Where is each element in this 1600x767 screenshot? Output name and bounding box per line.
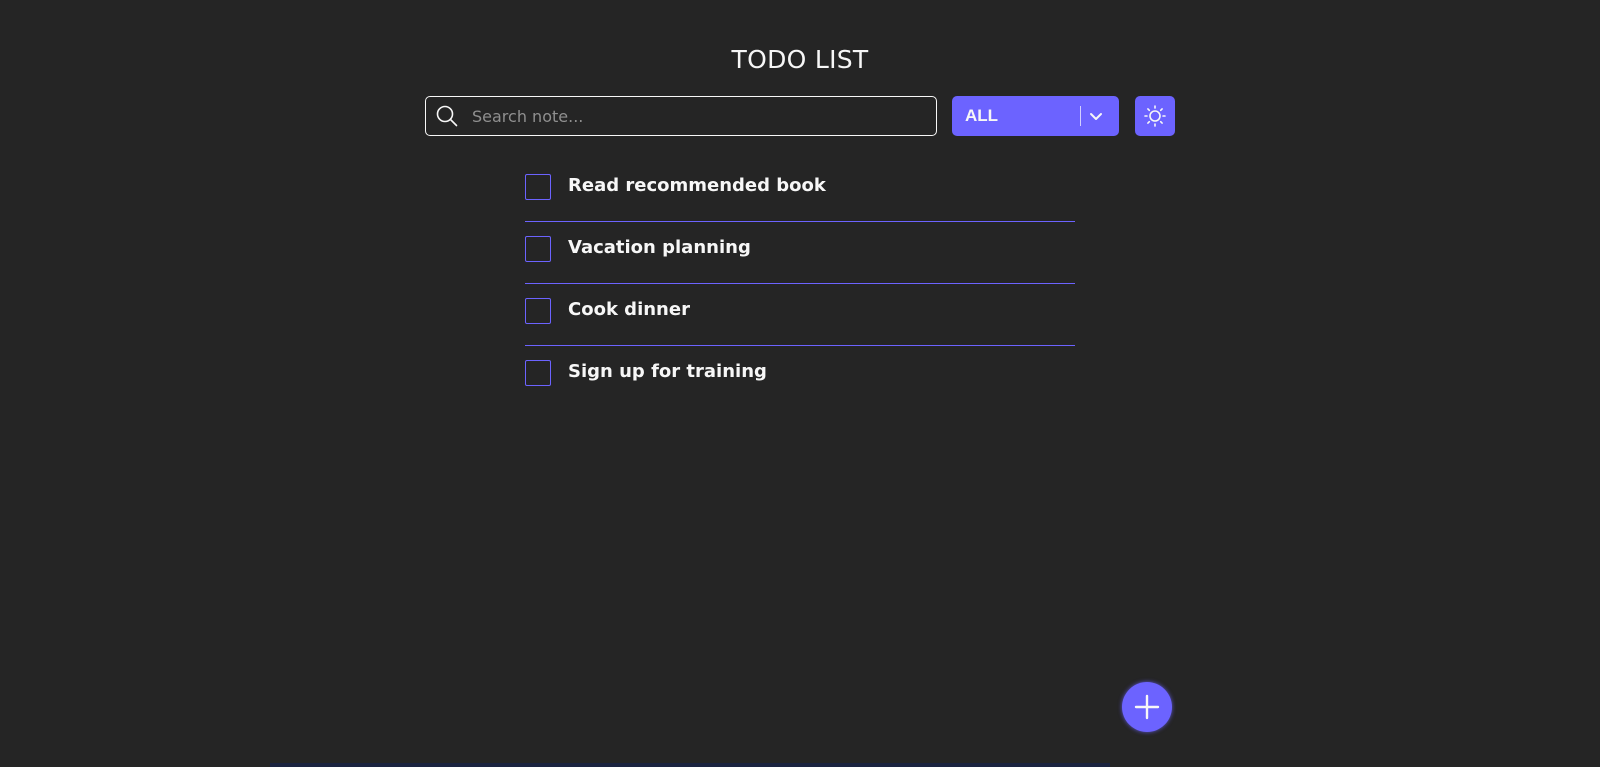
- todo-checkbox[interactable]: [525, 236, 551, 262]
- bottom-edge-strip: [270, 763, 1110, 767]
- page-title: TODO LIST: [731, 45, 869, 74]
- search-box: [425, 96, 937, 136]
- todo-text: Read recommended book: [568, 175, 826, 196]
- todo-item: Read recommended book: [525, 160, 1075, 222]
- toolbar: ALL: [425, 96, 1175, 136]
- filter-selected-value: ALL: [965, 106, 999, 125]
- filter-select[interactable]: ALL: [952, 96, 1119, 136]
- todo-item: Sign up for training: [525, 346, 1075, 407]
- todo-text: Vacation planning: [568, 237, 751, 258]
- theme-toggle-button[interactable]: [1135, 96, 1175, 136]
- add-todo-button[interactable]: [1122, 682, 1172, 732]
- plus-icon: [1134, 694, 1160, 720]
- search-input[interactable]: [472, 97, 922, 135]
- todo-item: Vacation planning: [525, 222, 1075, 284]
- todo-checkbox[interactable]: [525, 298, 551, 324]
- todo-item: Cook dinner: [525, 284, 1075, 346]
- search-icon: [436, 105, 458, 127]
- todo-checkbox[interactable]: [525, 174, 551, 200]
- sun-icon: [1144, 105, 1166, 127]
- todo-checkbox[interactable]: [525, 360, 551, 386]
- chevron-down-icon: [1088, 108, 1104, 124]
- todo-text: Cook dinner: [568, 299, 690, 320]
- todo-app: TODO LIST ALL: [0, 0, 1600, 767]
- todo-text: Sign up for training: [568, 361, 767, 382]
- filter-divider: [1080, 106, 1081, 126]
- todo-list: Read recommended book Vacation planning …: [525, 160, 1075, 407]
